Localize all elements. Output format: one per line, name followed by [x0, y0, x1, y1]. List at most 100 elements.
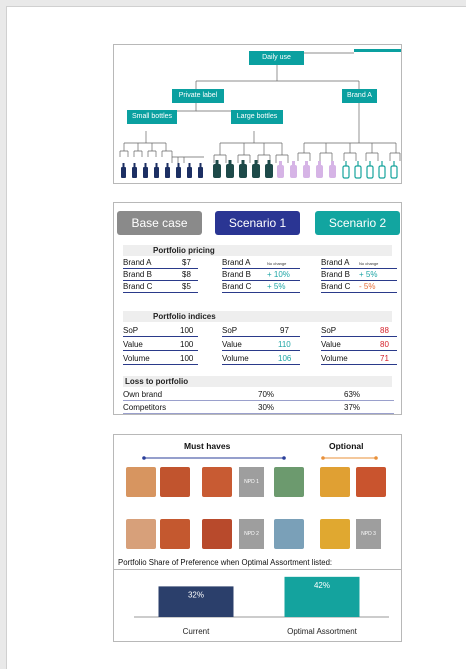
- base-price-b: $8: [182, 270, 191, 279]
- product-pizza: [320, 467, 350, 497]
- tree-node-private-label: Private label: [172, 89, 224, 103]
- loss-own-brand-s1: 70%: [258, 390, 275, 399]
- s1-brand-c: Brand C: [222, 282, 252, 291]
- base-brand-a: Brand A: [123, 258, 152, 267]
- s1-change-c: + 5%: [267, 282, 286, 291]
- loss-competitors-label: Competitors: [123, 403, 167, 412]
- npd-3-placeholder: NPD 3: [356, 519, 381, 549]
- s2-brand-a: Brand A: [321, 258, 350, 267]
- base-volume: 100: [180, 354, 194, 363]
- s1-volume: 106: [278, 354, 292, 363]
- s1-brand-b: Brand B: [222, 270, 251, 279]
- decision-tree-panel: Daily use Private label Brand A Small bo…: [113, 44, 402, 184]
- rule: [321, 268, 397, 269]
- s1-value-label: Value: [222, 340, 242, 349]
- product-pizza: [274, 519, 304, 549]
- share-of-preference-chart: 32% Current 42% Optimal Assortment: [134, 576, 389, 636]
- section-portfolio-indices: Portfolio indices: [123, 311, 392, 322]
- base-brand-c: Brand C: [123, 282, 153, 291]
- product-pizza: [356, 467, 386, 497]
- product-pizza: [320, 519, 350, 549]
- base-price-a: $7: [182, 258, 191, 267]
- data-label: 32%: [188, 590, 204, 599]
- category-label: Optimal Assortment: [287, 627, 358, 636]
- data-label: 42%: [314, 581, 330, 590]
- loss-competitors-s2: 37%: [344, 403, 361, 412]
- rule: [222, 280, 300, 281]
- product-pizza: [202, 467, 232, 497]
- s2-sop: 88: [380, 326, 389, 335]
- product-pizza: [202, 519, 232, 549]
- rule: [222, 268, 300, 269]
- base-sop: 100: [180, 326, 194, 335]
- category-label: Current: [183, 627, 210, 636]
- tree-node-large-bottles: Large bottles: [231, 110, 283, 124]
- rule: [123, 268, 198, 269]
- chart-caption: Portfolio Share of Preference when Optim…: [118, 558, 333, 567]
- pricing-title: Portfolio pricing: [153, 246, 215, 255]
- base-sop-label: SoP: [123, 326, 139, 335]
- loss-own-brand-label: Own brand: [123, 390, 163, 399]
- loss-own-brand-s2: 63%: [344, 390, 361, 399]
- rule: [222, 292, 300, 293]
- s1-volume-label: Volume: [222, 354, 249, 363]
- product-pizza: [160, 519, 190, 549]
- npd-2-placeholder: NPD 2: [239, 519, 264, 549]
- npd-1-placeholder: NPD 1: [239, 467, 264, 497]
- rule: [222, 364, 300, 365]
- s2-brand-c: Brand C: [321, 282, 351, 291]
- tree-node-brand-a: Brand A: [342, 89, 377, 103]
- s2-change-b: + 5%: [359, 270, 378, 279]
- base-value-label: Value: [123, 340, 143, 349]
- product-pizza: [160, 467, 190, 497]
- rule: [321, 336, 397, 337]
- s1-sop-label: SoP: [222, 326, 238, 335]
- rule: [123, 364, 198, 365]
- tree-node-daily-use: Daily use: [249, 51, 304, 65]
- rule: [123, 292, 198, 293]
- base-price-c: $5: [182, 282, 191, 291]
- s2-change-c: - 5%: [359, 282, 376, 291]
- base-brand-b: Brand B: [123, 270, 152, 279]
- rule: [123, 350, 198, 351]
- indices-title: Portfolio indices: [153, 312, 216, 321]
- bracket-lines: [142, 456, 378, 460]
- rule: [123, 280, 198, 281]
- bottle-row: [121, 160, 398, 179]
- must-haves-label: Must haves: [184, 441, 231, 451]
- rule: [123, 400, 394, 401]
- s2-volume: 71: [380, 354, 389, 363]
- s1-sop: 97: [280, 326, 289, 335]
- s2-sop-label: SoP: [321, 326, 337, 335]
- rule: [321, 292, 397, 293]
- s2-brand-b: Brand B: [321, 270, 350, 279]
- section-loss-to-portfolio: Loss to portfolio: [123, 376, 392, 387]
- loss-competitors-s1: 30%: [258, 403, 275, 412]
- product-pizza: [274, 467, 304, 497]
- optional-label: Optional: [329, 441, 364, 451]
- rule: [222, 350, 300, 351]
- rule: [123, 336, 198, 337]
- assortment-panel: Must haves Optional NPD 1 NPD 2 NPD 3 Po…: [113, 434, 402, 642]
- s1-brand-a: Brand A: [222, 258, 251, 267]
- tree-node-small-bottles: Small bottles: [127, 110, 177, 124]
- rule: [321, 350, 397, 351]
- rule: [321, 364, 397, 365]
- s1-value: 110: [278, 340, 291, 349]
- header-scenario-1: Scenario 1: [215, 211, 300, 235]
- product-pizza: [126, 519, 156, 549]
- header-base-case: Base case: [117, 211, 202, 235]
- base-value: 100: [180, 340, 194, 349]
- s1-change-b: + 10%: [267, 270, 290, 279]
- rule: [123, 413, 394, 414]
- section-portfolio-pricing: Portfolio pricing: [123, 245, 392, 256]
- document-page: Daily use Private label Brand A Small bo…: [6, 6, 466, 669]
- rule: [222, 336, 300, 337]
- rule: [321, 280, 397, 281]
- product-pizza: [126, 467, 156, 497]
- loss-title: Loss to portfolio: [125, 377, 189, 386]
- s2-volume-label: Volume: [321, 354, 348, 363]
- s2-value-label: Value: [321, 340, 341, 349]
- s2-value: 80: [380, 340, 389, 349]
- base-volume-label: Volume: [123, 354, 150, 363]
